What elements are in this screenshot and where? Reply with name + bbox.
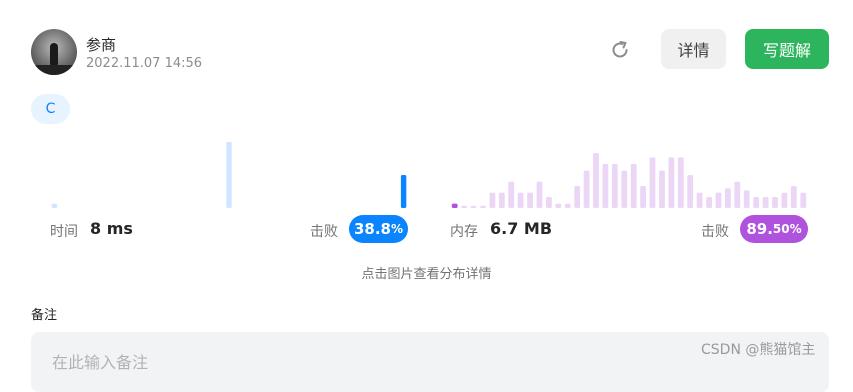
memory-beat-unit: 50% xyxy=(772,222,802,236)
memory-beat-main: 89. xyxy=(746,220,773,238)
memory-bar xyxy=(677,157,684,208)
avatar-ground xyxy=(31,65,77,75)
memory-bar xyxy=(574,186,581,208)
memory-bar xyxy=(451,203,458,208)
runtime-label: 时间 xyxy=(50,224,78,240)
runtime-value: 8 ms xyxy=(90,219,133,238)
avatar-figure xyxy=(50,43,58,65)
memory-bar xyxy=(649,157,656,208)
chart-hint: 点击图片查看分布详情 xyxy=(361,267,492,282)
memory-bar xyxy=(583,170,590,208)
runtime-beat-badge: 38.8% xyxy=(349,215,408,243)
memory-value: 6.7 MB xyxy=(490,219,553,238)
memory-bar xyxy=(762,197,769,208)
memory-bar xyxy=(536,181,543,208)
memory-beat-badge: 89. 50% xyxy=(740,215,808,243)
memory-bar xyxy=(715,192,722,208)
runtime-distribution-chart[interactable] xyxy=(50,140,408,208)
memory-beat-label: 击败 xyxy=(701,224,729,240)
memory-bar xyxy=(706,197,712,208)
memory-bar xyxy=(772,197,778,208)
language-tag: C xyxy=(31,94,70,124)
memory-bar xyxy=(470,205,477,208)
memory-label: 内存 xyxy=(450,224,478,240)
memory-bar xyxy=(640,186,646,208)
memory-bar xyxy=(781,192,788,208)
memory-bar xyxy=(743,190,750,208)
memory-bar xyxy=(593,153,599,208)
submission-time: 2022.11.07 14:56 xyxy=(86,56,203,71)
memory-bar xyxy=(508,181,515,208)
memory-bar xyxy=(480,205,486,208)
memory-bar xyxy=(687,175,694,208)
memory-bar xyxy=(517,192,524,208)
memory-bar xyxy=(790,186,797,208)
runtime-beat-label: 击败 xyxy=(310,224,338,240)
memory-bar xyxy=(696,192,703,208)
memory-distribution-chart[interactable] xyxy=(450,140,808,208)
refresh-icon[interactable] xyxy=(608,38,632,62)
memory-bar xyxy=(753,197,760,208)
watermark: CSDN @熊猫馆主 xyxy=(701,342,816,358)
write-solution-button[interactable]: 写题解 xyxy=(745,29,829,69)
memory-bar xyxy=(725,188,731,208)
author-name[interactable]: 参商 xyxy=(86,34,116,55)
runtime-bar xyxy=(226,142,232,208)
runtime-bar xyxy=(51,203,58,208)
memory-bar xyxy=(659,170,665,208)
memory-bar xyxy=(498,192,505,208)
memory-bar xyxy=(668,157,675,208)
memory-bar xyxy=(621,170,628,208)
runtime-beat-main: 38.8 xyxy=(353,220,391,238)
runtime-beat-unit: % xyxy=(390,222,404,236)
memory-bar xyxy=(564,203,571,208)
memory-bar xyxy=(630,164,637,208)
memory-bar xyxy=(461,205,467,208)
avatar[interactable] xyxy=(31,29,77,75)
memory-bar xyxy=(611,164,618,208)
memory-bar xyxy=(800,192,807,208)
memory-bar xyxy=(527,192,533,208)
note-label: 备注 xyxy=(31,308,58,323)
memory-bar xyxy=(489,192,496,208)
memory-bar xyxy=(734,181,741,208)
memory-bar xyxy=(555,203,562,208)
memory-bar xyxy=(602,164,609,208)
memory-bar xyxy=(546,197,552,208)
runtime-bar xyxy=(400,175,407,208)
detail-button[interactable]: 详情 xyxy=(661,29,726,69)
